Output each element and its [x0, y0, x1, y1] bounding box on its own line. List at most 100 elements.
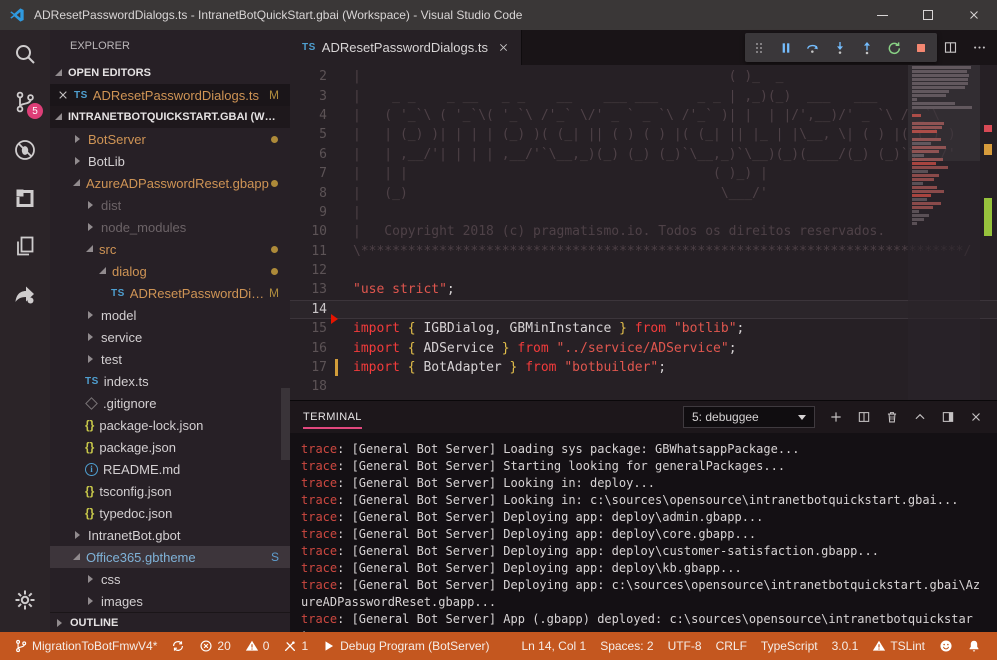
maximize-panel-button[interactable] — [913, 410, 927, 424]
open-editor-item[interactable]: TS ADResetPasswordDialogs.ts M — [50, 84, 290, 106]
code-editor[interactable]: 2| ( )_ _3| _ _ _ __ _ _ __ ___ ___ _ _ … — [290, 65, 997, 400]
line-number[interactable]: 2 — [290, 69, 327, 84]
line-number[interactable]: 14 — [290, 302, 327, 317]
feedback[interactable] — [933, 632, 959, 660]
tree-item-package-json[interactable]: {}package.json — [50, 436, 290, 458]
encoding[interactable]: UTF-8 — [662, 632, 708, 660]
tree-item-typedoc-json[interactable]: {}typedoc.json — [50, 502, 290, 524]
line-number[interactable]: 18 — [290, 379, 327, 394]
activity-item-debug[interactable] — [0, 126, 50, 174]
toggle-panel-position-button[interactable] — [941, 410, 955, 424]
kill-terminal-button[interactable] — [885, 410, 899, 424]
tslint-status[interactable]: TSLint — [866, 632, 931, 660]
close-panel-button[interactable] — [969, 410, 983, 424]
tab-adresetpassworddialogs[interactable]: TS ADResetPasswordDialogs.ts — [290, 30, 522, 65]
tree-item-package-lock-json[interactable]: {}package-lock.json — [50, 414, 290, 436]
line-number[interactable]: 15 — [290, 321, 327, 336]
close-editor-icon[interactable] — [58, 90, 68, 100]
terminal-selector-dropdown[interactable]: 5: debuggee — [683, 406, 815, 428]
activity-item-source-control[interactable]: 5 — [0, 78, 50, 126]
cursor-position[interactable]: Ln 14, Col 1 — [515, 632, 592, 660]
step-over-button[interactable] — [799, 33, 826, 62]
errors-status[interactable]: 20 — [193, 632, 236, 660]
maximize-button[interactable] — [905, 0, 951, 30]
tree-item-botserver[interactable]: BotServer — [50, 128, 290, 150]
terminal-output[interactable]: trace: [General Bot Server] Loading sys … — [290, 433, 997, 632]
workspace-section-header[interactable]: INTRANETBOTQUICKSTART.GBAI (WORKSPACE) — [50, 106, 290, 128]
line-number[interactable]: 17 — [290, 360, 327, 375]
tree-item-dist[interactable]: dist — [50, 194, 290, 216]
step-over-icon — [805, 40, 821, 56]
close-button[interactable] — [951, 0, 997, 30]
code-text: | — [353, 205, 361, 220]
git-branch-status[interactable]: MigrationToBotFmwV4* — [8, 632, 163, 660]
line-number[interactable]: 7 — [290, 166, 327, 181]
tree-item-azureadpasswordreset-gbapp[interactable]: AzureADPasswordReset.gbapp — [50, 172, 290, 194]
close-tab-icon[interactable] — [498, 42, 509, 53]
language-mode[interactable]: TypeScript — [755, 632, 824, 660]
readme-info-icon: i — [85, 463, 98, 476]
minimap-slider[interactable] — [908, 65, 980, 161]
drag-handle-button[interactable] — [745, 33, 772, 62]
tree-item-images[interactable]: images — [50, 590, 290, 612]
line-number[interactable]: 13 — [290, 282, 327, 297]
tree-item-readme-md[interactable]: iREADME.md — [50, 458, 290, 480]
tree-item-intranetbot-gbot[interactable]: IntranetBot.gbot — [50, 524, 290, 546]
stop-button[interactable] — [907, 33, 934, 62]
line-number[interactable]: 12 — [290, 263, 327, 278]
terminal-tab[interactable]: TERMINAL — [303, 411, 362, 429]
tree-item-dialog[interactable]: dialog — [50, 260, 290, 282]
line-number[interactable]: 4 — [290, 108, 327, 123]
line-number[interactable]: 11 — [290, 244, 327, 259]
split-terminal-button[interactable] — [857, 410, 871, 424]
tree-item-node-modules[interactable]: node_modules — [50, 216, 290, 238]
chevron-expanded-icon — [73, 179, 80, 186]
pause-button[interactable] — [772, 33, 799, 62]
open-editors-header[interactable]: OPEN EDITORS — [50, 62, 290, 84]
tree-item-tsconfig-json[interactable]: {}tsconfig.json — [50, 480, 290, 502]
eol[interactable]: CRLF — [710, 632, 753, 660]
typescript-version[interactable]: 3.0.1 — [826, 632, 865, 660]
tree-item-css[interactable]: css — [50, 568, 290, 590]
line-number[interactable]: 6 — [290, 147, 327, 162]
restart-button[interactable] — [880, 33, 907, 62]
sidebar-scrollbar[interactable] — [281, 388, 290, 460]
line-number[interactable]: 5 — [290, 127, 327, 142]
more-actions-button[interactable] — [972, 40, 987, 55]
step-into-button[interactable] — [826, 33, 853, 62]
tree-item-index-ts[interactable]: TSindex.ts — [50, 370, 290, 392]
tree-item-botlib[interactable]: BotLib — [50, 150, 290, 172]
new-terminal-button[interactable] — [829, 410, 843, 424]
split-editor-button[interactable] — [943, 40, 958, 55]
line-number[interactable]: 10 — [290, 224, 327, 239]
panel-header: TERMINAL 5: debuggee — [290, 401, 997, 433]
activity-item-docs[interactable] — [0, 222, 50, 270]
tree-item-src[interactable]: src — [50, 238, 290, 260]
outline-section-header[interactable]: OUTLINE — [50, 612, 290, 632]
tree-item-service[interactable]: service — [50, 326, 290, 348]
warnings-status[interactable]: 0 — [239, 632, 276, 660]
activity-item-extensions[interactable] — [0, 174, 50, 222]
tree-item-test[interactable]: test — [50, 348, 290, 370]
activity-item-settings[interactable] — [0, 576, 50, 624]
step-out-button[interactable] — [853, 33, 880, 62]
line-number[interactable]: 9 — [290, 205, 327, 220]
indentation[interactable]: Spaces: 2 — [594, 632, 659, 660]
notifications[interactable] — [961, 632, 987, 660]
minimap[interactable] — [908, 65, 980, 400]
line-number[interactable]: 16 — [290, 341, 327, 356]
debug-launch-status[interactable]: Debug Program (BotServer) — [316, 632, 495, 660]
tree-item-model[interactable]: model — [50, 304, 290, 326]
overview-ruler[interactable] — [980, 65, 997, 400]
tree-item-gitignore[interactable]: .gitignore — [50, 392, 290, 414]
activity-item-search[interactable] — [0, 30, 50, 78]
activity-item-share[interactable] — [0, 270, 50, 318]
line-number[interactable]: 3 — [290, 89, 327, 104]
tree-item-office365-gbtheme[interactable]: Office365.gbthemeS — [50, 546, 290, 568]
code-line-7: 7| | | ( )_) | — [290, 164, 997, 183]
line-number[interactable]: 8 — [290, 186, 327, 201]
sync-status[interactable] — [165, 632, 191, 660]
tasks-status[interactable]: 1 — [277, 632, 314, 660]
tree-item-adresetpassworddialogs-ts[interactable]: TSADResetPasswordDialogs.tsM — [50, 282, 290, 304]
minimize-button[interactable] — [859, 0, 905, 30]
